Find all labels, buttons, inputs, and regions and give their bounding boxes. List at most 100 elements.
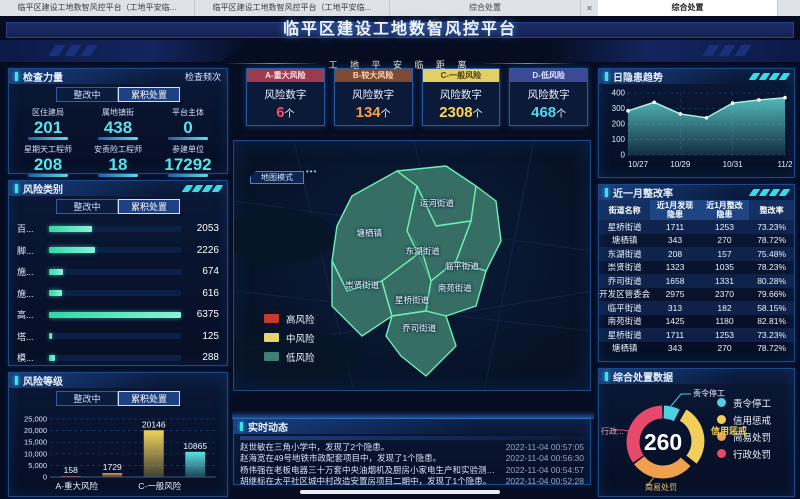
browser-tab[interactable]: 临平区建设工地数智风控平台（工地平安临... [195, 0, 390, 16]
title-accent-icon [15, 72, 18, 81]
table-cell: 1180 [700, 315, 749, 329]
svg-text:5,000: 5,000 [28, 461, 47, 470]
table-row: 开发区管委会2975237079.66% [599, 288, 794, 302]
risk-card-count: 468个 [510, 104, 587, 121]
map-mode-button[interactable]: 地图模式 [250, 171, 304, 184]
table-cell: 1035 [700, 261, 749, 275]
page-subtitle: 工 地 平 安 临 距 离 [250, 58, 550, 71]
table-cell: 73.23% [749, 220, 794, 234]
more-icon[interactable]: ••• [306, 167, 317, 176]
table-cell: 75.48% [749, 247, 794, 261]
realtime-highlight-row [240, 436, 584, 440]
slashes-icon [184, 185, 221, 192]
title-accent-icon [15, 376, 18, 385]
title-accent-icon [605, 72, 608, 81]
table-cell: 78.23% [749, 261, 794, 275]
svg-text:1729: 1729 [103, 462, 122, 472]
column-header: 近1月整改隐患 [700, 200, 749, 220]
table-cell: 82.81% [749, 315, 794, 329]
svg-text:10,000: 10,000 [24, 449, 47, 458]
risk-category-row: 模...288 [17, 347, 219, 369]
risk-card-label: 风险数字 [423, 87, 500, 102]
risk-card-count: 6个 [247, 104, 324, 121]
svg-text:260: 260 [644, 429, 682, 455]
risk-card-label: 风险数字 [510, 87, 587, 102]
svg-text:158: 158 [64, 465, 78, 475]
legend-swatch-icon [264, 333, 279, 342]
panel-realtime: 实时动态 赵世敏在三角小学中，发现了2个隐患。2022-11-04 00:57:… [233, 418, 591, 485]
panel-title: 实时动态 [248, 419, 288, 434]
risk-card: B-较大风险风险数字134个 [334, 68, 413, 126]
tab-cumulative[interactable]: 累积处置 [118, 87, 180, 102]
map-region-qiaosi[interactable] [386, 311, 456, 376]
tab-close-icon[interactable]: ✕ [581, 0, 598, 16]
map-region-label: 塘栖镇 [357, 227, 383, 239]
tab-cumulative[interactable]: 累积处置 [118, 391, 180, 406]
inspection-frequency-link[interactable]: 检查频次 [185, 70, 221, 83]
map-region-label: 东湖街道 [406, 245, 440, 257]
table-cell: 2370 [700, 288, 749, 302]
table-cell: 1425 [650, 315, 699, 329]
table-cell: 182 [700, 301, 749, 315]
table-cell: 1711 [650, 328, 699, 342]
svg-text:C-一般风险: C-一般风险 [138, 481, 181, 491]
callout-administrative: 行政... [601, 426, 624, 437]
slashes-icon [751, 73, 788, 80]
callout-simple-penalty: 简易处罚 [645, 482, 677, 493]
dashboard-screen: 临平区建设工地数智风控平台（工地平安临...临平区建设工地数智风控平台（工地平安… [0, 0, 800, 499]
tab-rectifying[interactable]: 整改中 [56, 391, 118, 406]
map-legend-item: 高风险 [264, 309, 315, 328]
table-cell: 1253 [700, 220, 749, 234]
callout-stop-work: 责令停工 [693, 388, 725, 399]
svg-text:10865: 10865 [183, 441, 207, 451]
panel-risk-category-title-row: 风险类别 [9, 181, 227, 196]
header-decor-left [0, 40, 250, 62]
svg-text:300: 300 [612, 104, 626, 113]
panel-daily-trend: 日隐患趋势 400300200100010/2710/2910/3111/2 [598, 68, 795, 178]
realtime-item: 杨伟强在老板电器三十万套中央油烟机及厨房小家电生产和实验测试项目中，发现了1个隐… [240, 464, 584, 476]
realtime-item: 胡继标在太平社区城中村改造安置房项目二期中，发现了1个隐患。2022-11-04… [240, 476, 584, 488]
risk-card-label: 风险数字 [335, 87, 412, 102]
svg-text:10/31: 10/31 [723, 160, 744, 169]
table-cell: 78.72% [749, 234, 794, 248]
panel-realtime-title-row: 实时动态 [234, 419, 590, 434]
svg-text:10/29: 10/29 [670, 160, 691, 169]
panel-title: 风险类别 [23, 181, 63, 196]
page-title: 临平区建设工地数智风控平台 [240, 20, 560, 40]
risk-category-row: 施...674 [17, 261, 219, 283]
legend-swatch-icon [264, 352, 279, 361]
daily-trend-area-chart: 400300200100010/2710/2910/3111/2 [601, 85, 792, 177]
browser-tab[interactable]: 综合处置 [598, 0, 778, 16]
table-cell: 79.66% [749, 288, 794, 302]
table-row: 乔司街道1658133180.28% [599, 274, 794, 288]
table-row: 南苑街道1425118082.81% [599, 315, 794, 329]
map-water [234, 208, 334, 264]
disposal-chart-area: 260 责令停工信用惩戒简易处罚行政处罚 责令停工 行政... 简易处罚 信用惩… [599, 384, 794, 495]
map-region-label: 乔司街道 [402, 322, 436, 334]
svg-text:10/27: 10/27 [628, 160, 649, 169]
table-cell: 73.23% [749, 328, 794, 342]
inspection-stat: 平台主体0 [153, 104, 223, 140]
table-cell: 343 [650, 342, 699, 356]
svg-text:400: 400 [612, 89, 626, 98]
panel-risk-level: 风险等级 整改中累积处置 25,00020,00015,00010,0005,0… [8, 372, 228, 497]
table-cell: 1658 [650, 274, 699, 288]
tab-cumulative[interactable]: 累积处置 [118, 199, 180, 214]
risk-card-count: 134个 [335, 104, 412, 121]
browser-tab[interactable]: 综合处置 [390, 0, 581, 16]
panel-disposal: 综合处置数据 260 责令停工信用惩戒简易处罚行政处罚 责令停工 行政... 简… [598, 368, 795, 497]
map-region-label: 崇贤街道 [345, 279, 379, 291]
realtime-item: 赵世敏在三角小学中，发现了2个隐患。2022-11-04 00:57:05 [240, 441, 584, 453]
tab-rectifying[interactable]: 整改中 [56, 87, 118, 102]
column-header: 整改率 [749, 200, 794, 220]
column-header: 近1月发现隐患 [650, 200, 699, 220]
map-legend-item: 中风险 [264, 328, 315, 347]
svg-text:11/2: 11/2 [778, 160, 792, 169]
svg-text:100: 100 [612, 135, 626, 144]
legend-dot-icon [717, 398, 726, 407]
inspection-stat: 区住建局201 [13, 104, 83, 140]
horizontal-scrollbar[interactable] [300, 490, 500, 494]
tab-rectifying[interactable]: 整改中 [56, 199, 118, 214]
browser-tab[interactable]: 临平区建设工地数智风控平台（工地平安临... [0, 0, 195, 16]
table-cell: 星桥街道 [599, 328, 650, 342]
